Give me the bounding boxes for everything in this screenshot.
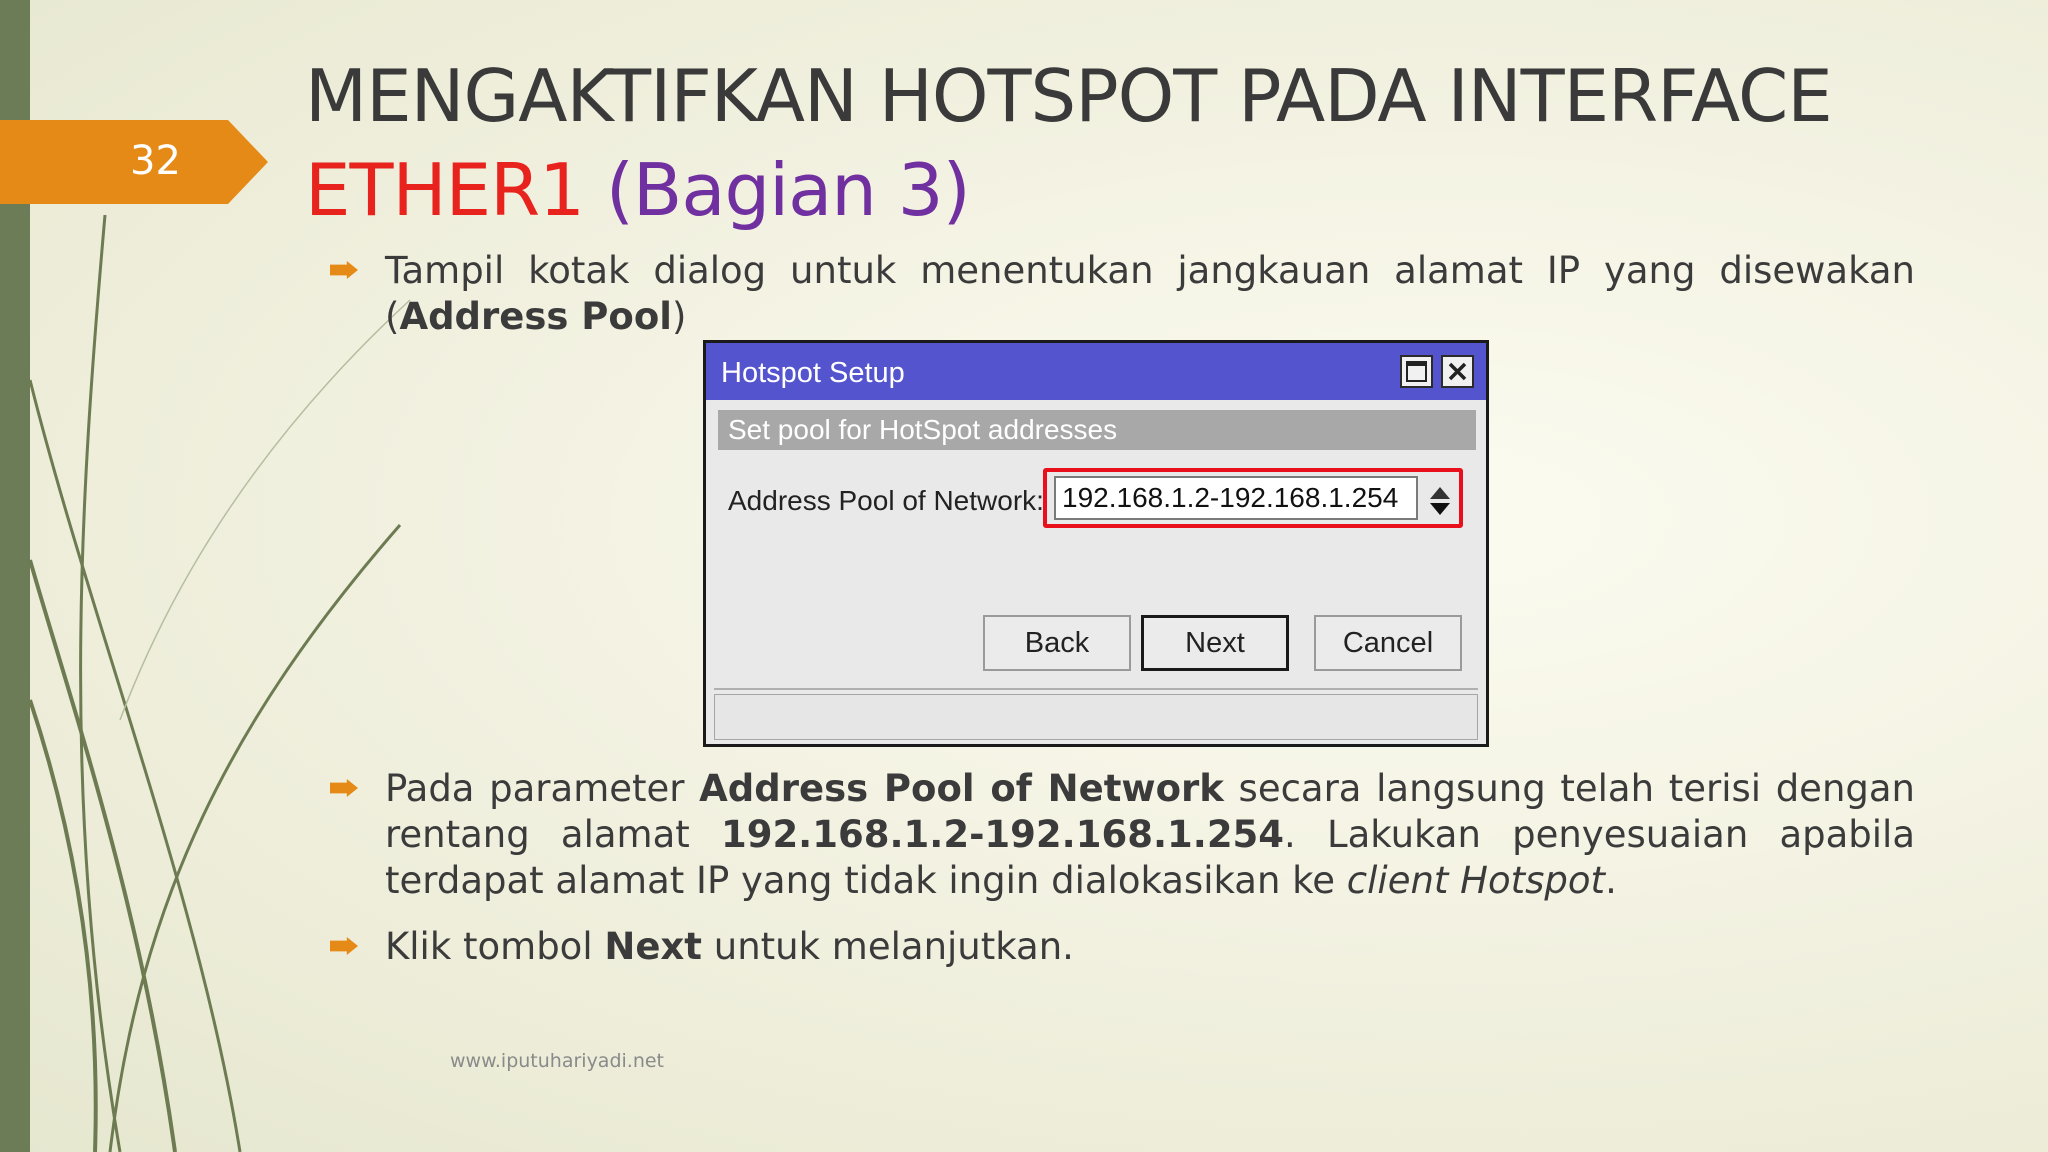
bullet-item: Pada parameter Address Pool of Network s… bbox=[330, 766, 1915, 904]
bullet-item: Klik tombol Next untuk melanjutkan. bbox=[330, 924, 1915, 970]
bullet-bold: Next bbox=[604, 925, 702, 968]
dialog-subtitle: Set pool for HotSpot addresses bbox=[718, 410, 1476, 450]
close-button[interactable] bbox=[1441, 355, 1474, 388]
bullet-text: untuk melanjutkan. bbox=[702, 925, 1074, 968]
title-part: (Bagian 3) bbox=[605, 148, 971, 232]
bullet-text: Klik tombol bbox=[385, 925, 605, 968]
bullet-text: . bbox=[1605, 859, 1617, 902]
bullet-arrow-icon bbox=[330, 779, 358, 797]
bullet-item: Tampil kotak dialog untuk menentukan jan… bbox=[330, 248, 1915, 340]
dialog-status-bar bbox=[714, 694, 1478, 740]
back-button[interactable]: Back bbox=[983, 615, 1131, 671]
bullet-bold: Address Pool of Network bbox=[699, 767, 1224, 810]
cancel-button[interactable]: Cancel bbox=[1314, 615, 1462, 671]
bullet-arrow-icon bbox=[330, 261, 358, 279]
footer-url: www.iputuhariyadi.net bbox=[450, 1050, 665, 1072]
bullet-bold: Address Pool bbox=[399, 295, 672, 338]
close-icon bbox=[1448, 362, 1467, 381]
bullet-bold: 192.168.1.2-192.168.1.254 bbox=[720, 813, 1285, 856]
bullet-arrow-icon bbox=[330, 937, 358, 955]
hotspot-setup-dialog: Hotspot Setup Set pool for HotSpot addre… bbox=[703, 340, 1489, 747]
maximize-button[interactable] bbox=[1400, 355, 1433, 388]
bullet-text: ) bbox=[671, 295, 687, 338]
dialog-titlebar[interactable]: Hotspot Setup bbox=[706, 343, 1486, 400]
address-pool-label: Address Pool of Network: bbox=[728, 485, 1044, 516]
maximize-icon bbox=[1406, 361, 1427, 382]
slide-number: 32 bbox=[130, 138, 181, 184]
bullet-text: Pada parameter bbox=[385, 767, 700, 810]
bullet-list-top: Tampil kotak dialog untuk menentukan jan… bbox=[330, 248, 1915, 340]
title-ether1: ETHER1 bbox=[305, 148, 585, 232]
bullet-list-bottom: Pada parameter Address Pool of Network s… bbox=[330, 766, 1915, 970]
next-button[interactable]: Next bbox=[1141, 615, 1289, 671]
slide-title-line1: MENGAKTIFKAN HOTSPOT PADA INTERFACE bbox=[305, 54, 1833, 138]
dialog-title: Hotspot Setup bbox=[721, 357, 905, 389]
bullet-italic: client Hotspot bbox=[1346, 859, 1606, 902]
slide-title-line2: ETHER1 (Bagian 3) bbox=[305, 144, 971, 236]
dialog-separator bbox=[714, 688, 1478, 690]
dropdown-spinner-icon[interactable] bbox=[1428, 483, 1452, 519]
address-pool-input[interactable]: 192.168.1.2-192.168.1.254 bbox=[1054, 476, 1418, 520]
